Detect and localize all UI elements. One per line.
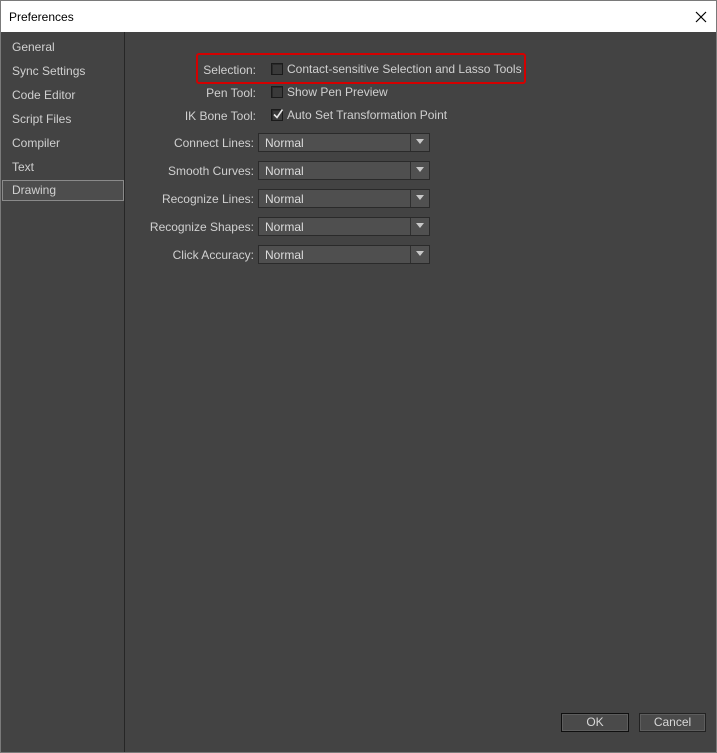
chevron-down-icon — [416, 251, 424, 256]
click-accuracy-label: Click Accuracy: — [172, 248, 254, 262]
dropdown-arrow — [410, 190, 429, 207]
pen-preview-checkbox-label[interactable]: Show Pen Preview — [287, 85, 388, 99]
recognize-shapes-dropdown[interactable]: Normal — [258, 217, 430, 236]
smooth-curves-label: Smooth Curves: — [167, 164, 254, 178]
connect-lines-label: Connect Lines: — [173, 136, 254, 150]
dropdown-arrow — [410, 134, 429, 151]
window-title: Preferences — [9, 10, 74, 24]
recognize-lines-value: Normal — [265, 192, 304, 206]
auto-set-transformation-checkbox[interactable] — [271, 109, 284, 121]
dropdown-arrow — [410, 162, 429, 179]
close-icon — [695, 11, 706, 22]
sidebar-item-sync-settings[interactable]: Sync Settings — [2, 61, 124, 82]
ok-button[interactable]: OK — [561, 713, 629, 732]
dropdown-arrow — [410, 246, 429, 263]
sidebar-item-drawing[interactable]: Drawing — [2, 180, 124, 201]
cancel-button[interactable]: Cancel — [639, 713, 706, 732]
sidebar-item-compiler[interactable]: Compiler — [2, 133, 124, 154]
connect-lines-value: Normal — [265, 136, 304, 150]
smooth-curves-value: Normal — [265, 164, 304, 178]
title-bar: Preferences — [1, 1, 716, 32]
close-button[interactable] — [685, 1, 716, 32]
connect-lines-dropdown[interactable]: Normal — [258, 133, 430, 152]
click-accuracy-dropdown[interactable]: Normal — [258, 245, 430, 264]
chevron-down-icon — [416, 139, 424, 144]
pen-tool-label: Pen Tool: — [206, 86, 256, 100]
selection-checkbox-label[interactable]: Contact-sensitive Selection and Lasso To… — [287, 62, 522, 76]
auto-set-transformation-label[interactable]: Auto Set Transformation Point — [287, 108, 447, 122]
selection-label: Selection: — [203, 63, 256, 77]
category-sidebar: General Sync Settings Code Editor Script… — [1, 32, 125, 752]
chevron-down-icon — [416, 223, 424, 228]
recognize-lines-label: Recognize Lines: — [161, 192, 254, 206]
checkmark-icon — [273, 109, 284, 119]
sidebar-item-text[interactable]: Text — [2, 157, 124, 178]
sidebar-item-script-files[interactable]: Script Files — [2, 109, 124, 130]
chevron-down-icon — [416, 167, 424, 172]
click-accuracy-value: Normal — [265, 248, 304, 262]
recognize-shapes-value: Normal — [265, 220, 304, 234]
chevron-down-icon — [416, 195, 424, 200]
smooth-curves-dropdown[interactable]: Normal — [258, 161, 430, 180]
selection-checkbox[interactable] — [271, 63, 283, 75]
recognize-lines-dropdown[interactable]: Normal — [258, 189, 430, 208]
preferences-dialog: Preferences General Sync Settings Code E… — [0, 0, 717, 753]
pen-preview-checkbox[interactable] — [271, 86, 283, 98]
sidebar-item-general[interactable]: General — [2, 37, 124, 58]
ik-bone-tool-label: IK Bone Tool: — [184, 109, 256, 123]
recognize-shapes-label: Recognize Shapes: — [149, 220, 254, 234]
sidebar-item-code-editor[interactable]: Code Editor — [2, 85, 124, 106]
dropdown-arrow — [410, 218, 429, 235]
